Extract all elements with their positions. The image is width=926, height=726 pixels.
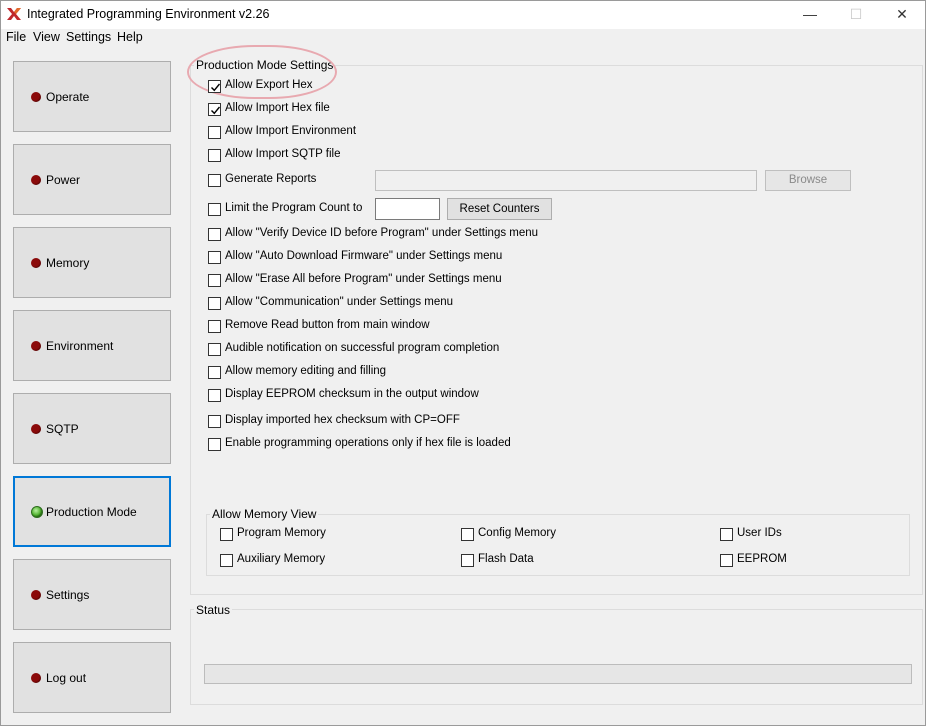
close-button[interactable]: ✕ [879,1,925,29]
sidebar-item-label: Operate [46,90,90,104]
checkbox[interactable] [208,103,221,116]
option-label: Allow "Erase All before Program" under S… [225,273,502,285]
option-label: Config Memory [478,527,556,539]
checkbox[interactable] [208,274,221,287]
status-led-icon [31,92,41,102]
menu-bar: File View Settings Help [1,29,925,47]
option-label: Auxiliary Memory [237,553,326,565]
status-led-icon [31,506,43,518]
reset-counters-button[interactable]: Reset Counters [447,198,552,220]
option-label: Flash Data [478,553,534,565]
menu-settings[interactable]: Settings [66,30,111,44]
status-progress-bar [204,664,912,684]
sidebar-item-label: Power [46,173,81,187]
memory-view-title: Allow Memory View [210,507,319,521]
option-label: Allow "Communication" under Settings men… [225,296,454,308]
option-label: Allow Export Hex [225,79,313,91]
option-label: Audible notification on successful progr… [225,342,500,354]
option-label: Enable programming operations only if he… [225,437,511,449]
checkbox[interactable] [208,389,221,402]
production-settings-title: Production Mode Settings [194,58,336,72]
checkbox[interactable] [208,343,221,356]
option-label: Allow Import Hex file [225,102,330,114]
sidebar-item-sqtp[interactable]: SQTP [13,393,171,464]
option-label: Display imported hex checksum with CP=OF… [225,414,460,426]
status-led-icon [31,590,41,600]
sidebar-item-label: Log out [46,671,87,685]
sidebar-item-label: Environment [46,339,114,353]
checkbox[interactable] [208,203,221,216]
checkmark-icon [211,83,221,92]
minimize-button[interactable]: — [787,1,833,29]
checkbox[interactable] [208,174,221,187]
status-led-icon [31,175,41,185]
option-label: User IDs [737,527,782,539]
status-led-icon [31,258,41,268]
status-led-icon [31,424,41,434]
app-logo-icon [7,8,21,20]
sidebar-item-label: Settings [46,588,90,602]
option-label: Limit the Program Count to [225,202,363,214]
app-window: Integrated Programming Environment v2.26… [0,0,926,726]
browse-button[interactable]: Browse [765,170,851,191]
checkbox[interactable] [220,528,233,541]
option-label: Program Memory [237,527,326,539]
checkbox[interactable] [720,528,733,541]
checkbox[interactable] [720,554,733,567]
checkmark-icon [211,106,221,115]
option-label: Generate Reports [225,173,317,185]
checkbox[interactable] [208,149,221,162]
checkbox[interactable] [208,415,221,428]
status-group [190,609,923,705]
checkbox[interactable] [208,320,221,333]
title-bar: Integrated Programming Environment v2.26… [1,1,925,29]
sidebar-item-log-out[interactable]: Log out [13,642,171,713]
sidebar-item-label: Production Mode [46,505,137,519]
sidebar-item-power[interactable]: Power [13,144,171,215]
reports-path-input[interactable] [375,170,757,191]
checkbox[interactable] [208,251,221,264]
option-label: Allow "Verify Device ID before Program" … [225,227,539,239]
option-label: Allow Import SQTP file [225,148,341,160]
checkbox[interactable] [208,228,221,241]
option-label: Remove Read button from main window [225,319,430,331]
program-count-input[interactable] [375,198,440,220]
sidebar-item-label: Memory [46,256,90,270]
checkbox[interactable] [461,554,474,567]
sidebar-item-environment[interactable]: Environment [13,310,171,381]
menu-file[interactable]: File [6,30,26,44]
memory-view-group [206,514,910,576]
checkbox[interactable] [208,438,221,451]
checkbox[interactable] [208,297,221,310]
maximize-button[interactable]: ☐ [833,1,879,29]
option-label: EEPROM [737,553,787,565]
option-label: Display EEPROM checksum in the output wi… [225,388,479,400]
option-label: Allow memory editing and filling [225,365,387,377]
status-led-icon [31,341,41,351]
status-title: Status [194,603,233,617]
sidebar-item-settings[interactable]: Settings [13,559,171,630]
sidebar-item-label: SQTP [46,422,79,436]
checkbox[interactable] [208,126,221,139]
sidebar-item-memory[interactable]: Memory [13,227,171,298]
checkbox[interactable] [461,528,474,541]
checkbox[interactable] [220,554,233,567]
menu-view[interactable]: View [33,30,60,44]
option-label: Allow Import Environment [225,125,357,137]
checkbox[interactable] [208,366,221,379]
menu-help[interactable]: Help [117,30,143,44]
checkbox[interactable] [208,80,221,93]
status-led-icon [31,673,41,683]
sidebar-item-operate[interactable]: Operate [13,61,171,132]
option-label: Allow "Auto Download Firmware" under Set… [225,250,503,262]
sidebar-item-production-mode[interactable]: Production Mode [13,476,171,547]
window-title: Integrated Programming Environment v2.26 [27,7,270,21]
